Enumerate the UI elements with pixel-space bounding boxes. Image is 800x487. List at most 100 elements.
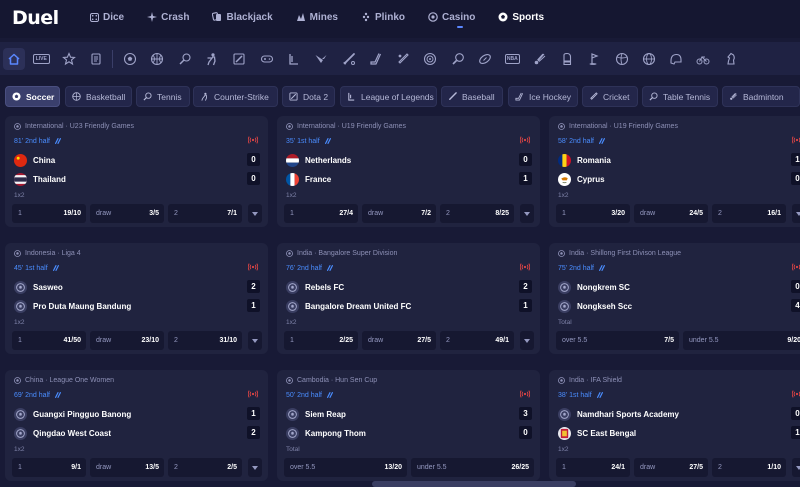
sport-golf[interactable]: [583, 48, 605, 70]
sport-handball[interactable]: [638, 48, 660, 70]
sport-dota[interactable]: [228, 48, 250, 70]
more-markets-button[interactable]: [248, 204, 262, 223]
live-broadcast-icon[interactable]: [792, 263, 800, 271]
odds-button[interactable]: draw 3/5: [90, 204, 164, 223]
sport-tennis[interactable]: [174, 48, 196, 70]
odds-button[interactable]: draw 27/5: [362, 331, 436, 350]
odds-button[interactable]: under 5.5 9/20: [683, 331, 800, 350]
tab-ice-hockey[interactable]: Ice Hockey: [508, 86, 578, 107]
tab-basketball[interactable]: Basketball: [65, 86, 132, 107]
sport-lol[interactable]: [283, 48, 305, 70]
live-broadcast-icon[interactable]: [520, 136, 530, 144]
nav-blackjack[interactable]: Blackjack: [212, 11, 273, 23]
odds-button[interactable]: draw 13/5: [90, 458, 164, 477]
live-broadcast-icon[interactable]: [248, 390, 258, 398]
nav-mines[interactable]: Mines: [296, 12, 338, 23]
match-card[interactable]: India · Bangalore Super Division 76' 2nd …: [277, 243, 540, 354]
nav-casino[interactable]: Casino: [428, 12, 475, 23]
live-broadcast-icon[interactable]: [792, 136, 800, 144]
odds-row: 1 24/1 draw 27/5 2 1/10: [556, 458, 800, 477]
odds-button[interactable]: 2 49/1: [440, 331, 514, 350]
live-broadcast-icon[interactable]: [520, 390, 530, 398]
nav-crash[interactable]: Crash: [147, 12, 189, 23]
live-broadcast-icon[interactable]: [248, 263, 258, 271]
sport-counter-strike[interactable]: [201, 48, 223, 70]
odds-button[interactable]: 2 1/10: [712, 458, 786, 477]
match-card[interactable]: Cambodia · Hun Sen Cup 50' 2nd half Siem R…: [277, 370, 540, 481]
sport-cycling[interactable]: [692, 48, 714, 70]
tab-dota-2[interactable]: Dota 2: [282, 86, 335, 107]
match-card[interactable]: India · Shillong First Divison League 75'…: [549, 243, 800, 354]
tab-tennis[interactable]: Tennis: [136, 86, 190, 107]
match-card[interactable]: International · U19 Friendly Games 58' 2n…: [549, 116, 800, 227]
odds-button[interactable]: 1 9/1: [12, 458, 86, 477]
sport-rugby[interactable]: [665, 48, 687, 70]
nav-dice[interactable]: Dice: [90, 12, 124, 23]
odds-button[interactable]: under 5.5 26/25: [411, 458, 534, 477]
tab-cricket[interactable]: Cricket: [582, 86, 638, 107]
more-markets-button[interactable]: [248, 458, 262, 477]
live-button[interactable]: LIVE: [30, 48, 52, 70]
odds-button[interactable]: 1 3/20: [556, 204, 630, 223]
odds-button[interactable]: 2 8/25: [440, 204, 514, 223]
match-card[interactable]: China · League One Women 69' 2nd half Guan…: [5, 370, 268, 481]
sport-volleyball[interactable]: [611, 48, 633, 70]
odds-button[interactable]: 1 41/50: [12, 331, 86, 350]
sport-ice-hockey[interactable]: [365, 48, 387, 70]
match-card[interactable]: International · U19 Friendly Games 35' 1s…: [277, 116, 540, 227]
tab-table-tennis[interactable]: Table Tennis: [642, 86, 718, 107]
odds-button[interactable]: 2 7/1: [168, 204, 242, 223]
live-broadcast-icon[interactable]: [520, 263, 530, 271]
sport-cricket[interactable]: [392, 48, 414, 70]
odds-button[interactable]: over 5.5 13/20: [284, 458, 407, 477]
nav-plinko[interactable]: Plinko: [361, 12, 405, 23]
match-card[interactable]: India · IFA Shield 38' 1st half Namdhari S…: [549, 370, 800, 481]
sport-american-football[interactable]: [474, 48, 496, 70]
favorites-button[interactable]: [58, 48, 80, 70]
sport-esports[interactable]: [256, 48, 278, 70]
tab-league-of-legends[interactable]: League of Legends: [340, 86, 437, 107]
sport-nba[interactable]: NBA: [501, 48, 523, 70]
odds-button[interactable]: draw 23/10: [90, 331, 164, 350]
nav-label: Blackjack: [226, 11, 273, 23]
more-markets-button[interactable]: [520, 331, 534, 350]
odds-button[interactable]: 2 16/1: [712, 204, 786, 223]
odds-button[interactable]: over 5.5 7/5: [556, 331, 679, 350]
nav-sports[interactable]: Sports: [498, 12, 544, 23]
odds-button[interactable]: 2 31/10: [168, 331, 242, 350]
sport-basketball[interactable]: [146, 48, 168, 70]
tab-counter-strike[interactable]: Counter-Strike: [193, 86, 278, 107]
odds-button[interactable]: 1 24/1: [556, 458, 630, 477]
odds-button[interactable]: draw 27/5: [634, 458, 708, 477]
more-markets-button[interactable]: [520, 204, 534, 223]
tab-badminton[interactable]: Badminton: [722, 86, 800, 107]
more-markets-button[interactable]: [248, 331, 262, 350]
odds-button[interactable]: draw 7/2: [362, 204, 436, 223]
live-broadcast-icon[interactable]: [248, 136, 258, 144]
sport-badminton[interactable]: [529, 48, 551, 70]
live-broadcast-icon[interactable]: [792, 390, 800, 398]
more-markets-button[interactable]: [792, 458, 800, 477]
horizontal-scrollbar[interactable]: [372, 481, 576, 487]
home-button[interactable]: [3, 47, 25, 70]
odds-button[interactable]: draw 24/5: [634, 204, 708, 223]
odds-button[interactable]: 1 2/25: [284, 331, 358, 350]
sport-darts[interactable]: [419, 48, 441, 70]
odds-button[interactable]: 1 27/4: [284, 204, 358, 223]
odds-button[interactable]: 2 2/5: [168, 458, 242, 477]
sport-valorant[interactable]: [310, 48, 332, 70]
match-card[interactable]: Indonesia · Liga 4 45' 1st half Sasweo 2 Pro…: [5, 243, 268, 354]
sport-baseball[interactable]: [338, 48, 360, 70]
odds-button[interactable]: 1 19/10: [12, 204, 86, 223]
tab-baseball[interactable]: Baseball: [441, 86, 503, 107]
tab-soccer[interactable]: Soccer: [5, 86, 60, 107]
sport-chess[interactable]: [720, 48, 742, 70]
sport-table-tennis[interactable]: [447, 48, 469, 70]
sport-boxing[interactable]: [556, 48, 578, 70]
sport-soccer[interactable]: [119, 48, 141, 70]
more-markets-button[interactable]: [792, 204, 800, 223]
logo[interactable]: Duel: [12, 7, 59, 29]
betslip-button[interactable]: [85, 48, 107, 70]
match-card[interactable]: International · U23 Friendly Games 81' 2n…: [5, 116, 268, 227]
match-time-text: 38' 1st half: [558, 391, 592, 399]
